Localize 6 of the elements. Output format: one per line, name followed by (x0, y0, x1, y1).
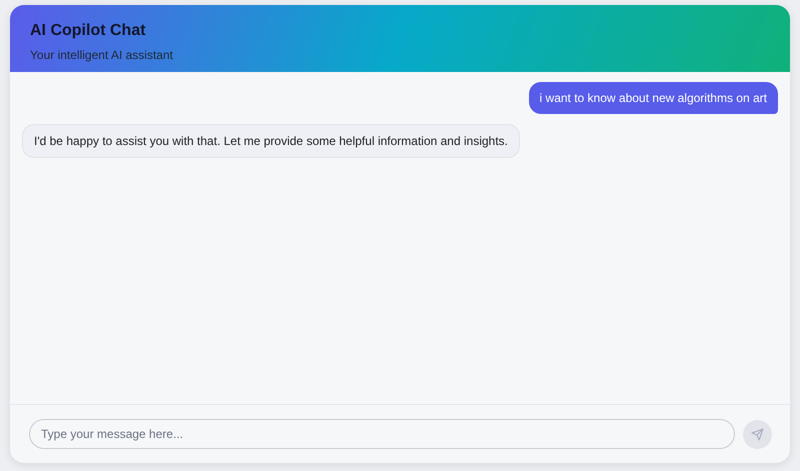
send-icon (751, 428, 764, 440)
app-title: AI Copilot Chat (30, 22, 146, 40)
message-input[interactable]: Type your message here... (29, 419, 735, 449)
app-subtitle: Your intelligent AI assistant (30, 48, 173, 62)
user-message: i want to know about new algorithms on art (528, 82, 778, 114)
assistant-message: I'd be happy to assist you with that. Let me provide some helpful information and insights. (22, 124, 520, 158)
